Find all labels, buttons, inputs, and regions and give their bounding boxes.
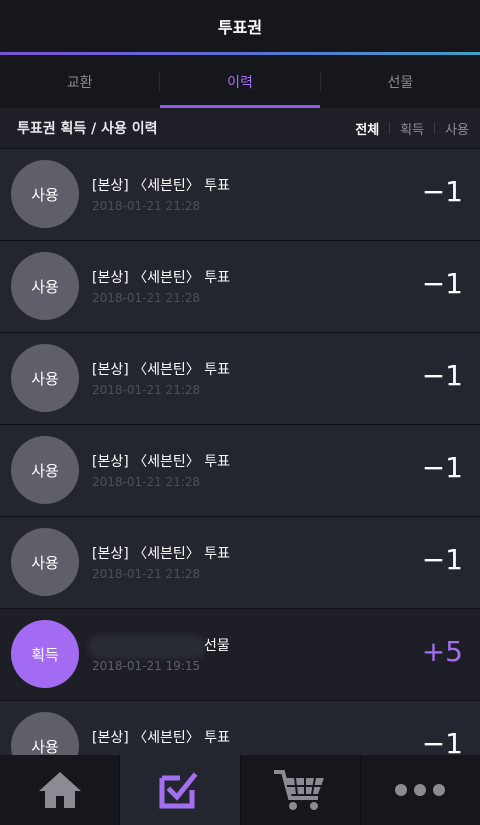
nav-more[interactable] [361,755,480,825]
redacted-sender [88,635,206,659]
tab-bar: 교환 이력 선물 [0,55,480,108]
filter-divider [389,122,391,134]
filter-used[interactable]: 사용 [445,119,469,138]
history-row: 사용 [본상] 〈세븐틴〉 투표 2018-01-21 21:28 −1 [0,241,480,333]
used-badge: 사용 [11,436,79,504]
used-badge: 사용 [11,344,79,412]
history-row: 사용 [본상] 〈세븐틴〉 투표 2018-01-21 21:28 −1 [0,425,480,517]
history-subheader: 투표권 획득 / 사용 이력 전체 획득 사용 [0,108,480,149]
top-bar: 투표권 [0,0,480,52]
history-row: 획득 선물 2018-01-21 19:15 +5 [0,609,480,701]
used-badge: 사용 [11,528,79,596]
history-row: 사용 [본상] 〈세븐틴〉 투표 −1 [0,701,480,755]
nav-home[interactable] [0,755,121,825]
history-date: 2018-01-21 19:15 [92,659,201,673]
tab-gift[interactable]: 선물 [321,55,480,108]
used-badge: 사용 [11,160,79,228]
filter-earned[interactable]: 획득 [400,119,424,138]
history-row: 사용 [본상] 〈세븐틴〉 투표 2018-01-21 21:28 −1 [0,517,480,609]
bottom-nav [0,755,480,825]
cart-icon [274,770,325,810]
history-title: [본상] 〈세븐틴〉 투표 [92,546,230,562]
used-badge: 사용 [11,252,79,320]
history-title: [본상] 〈세븐틴〉 투표 [92,362,230,378]
history-amount: −1 [421,175,463,208]
tab-history[interactable]: 이력 [160,55,320,108]
page-title: 투표권 [217,18,263,37]
history-row: 사용 [본상] 〈세븐틴〉 투표 2018-01-21 21:28 −1 [0,333,480,425]
history-amount: +5 [421,635,463,668]
history-title: [본상] 〈세븐틴〉 투표 [92,270,230,286]
history-amount: −1 [421,267,463,300]
nav-vote[interactable] [120,755,241,825]
vote-check-icon [159,772,198,809]
history-list[interactable]: 사용 [본상] 〈세븐틴〉 투표 2018-01-21 21:28 −1 사용 … [0,149,480,755]
section-title: 투표권 획득 / 사용 이력 [17,121,158,137]
history-row: 사용 [본상] 〈세븐틴〉 투표 2018-01-21 21:28 −1 [0,149,480,241]
nav-shop[interactable] [241,755,361,825]
history-date: 2018-01-21 21:28 [92,199,201,213]
history-filters: 전체 획득 사용 [355,119,469,138]
history-date: 2018-01-21 21:28 [92,567,201,581]
history-title: [본상] 〈세븐틴〉 투표 [92,454,230,470]
history-amount: −1 [421,727,463,755]
history-title: [본상] 〈세븐틴〉 투표 [92,730,230,746]
earned-badge: 획득 [11,620,79,688]
history-date: 2018-01-21 21:28 [92,383,201,397]
history-amount: −1 [421,543,463,576]
history-date: 2018-01-21 21:28 [92,291,201,305]
filter-divider [434,122,436,134]
history-date: 2018-01-21 21:28 [92,475,201,489]
home-icon [38,772,81,808]
history-title: 선물 [204,638,230,654]
history-amount: −1 [421,359,463,392]
history-amount: −1 [421,451,463,484]
filter-all[interactable]: 전체 [355,119,379,138]
history-title: [본상] 〈세븐틴〉 투표 [92,178,230,194]
more-icon [395,784,446,796]
used-badge: 사용 [11,712,79,755]
tab-exchange[interactable]: 교환 [0,55,159,108]
